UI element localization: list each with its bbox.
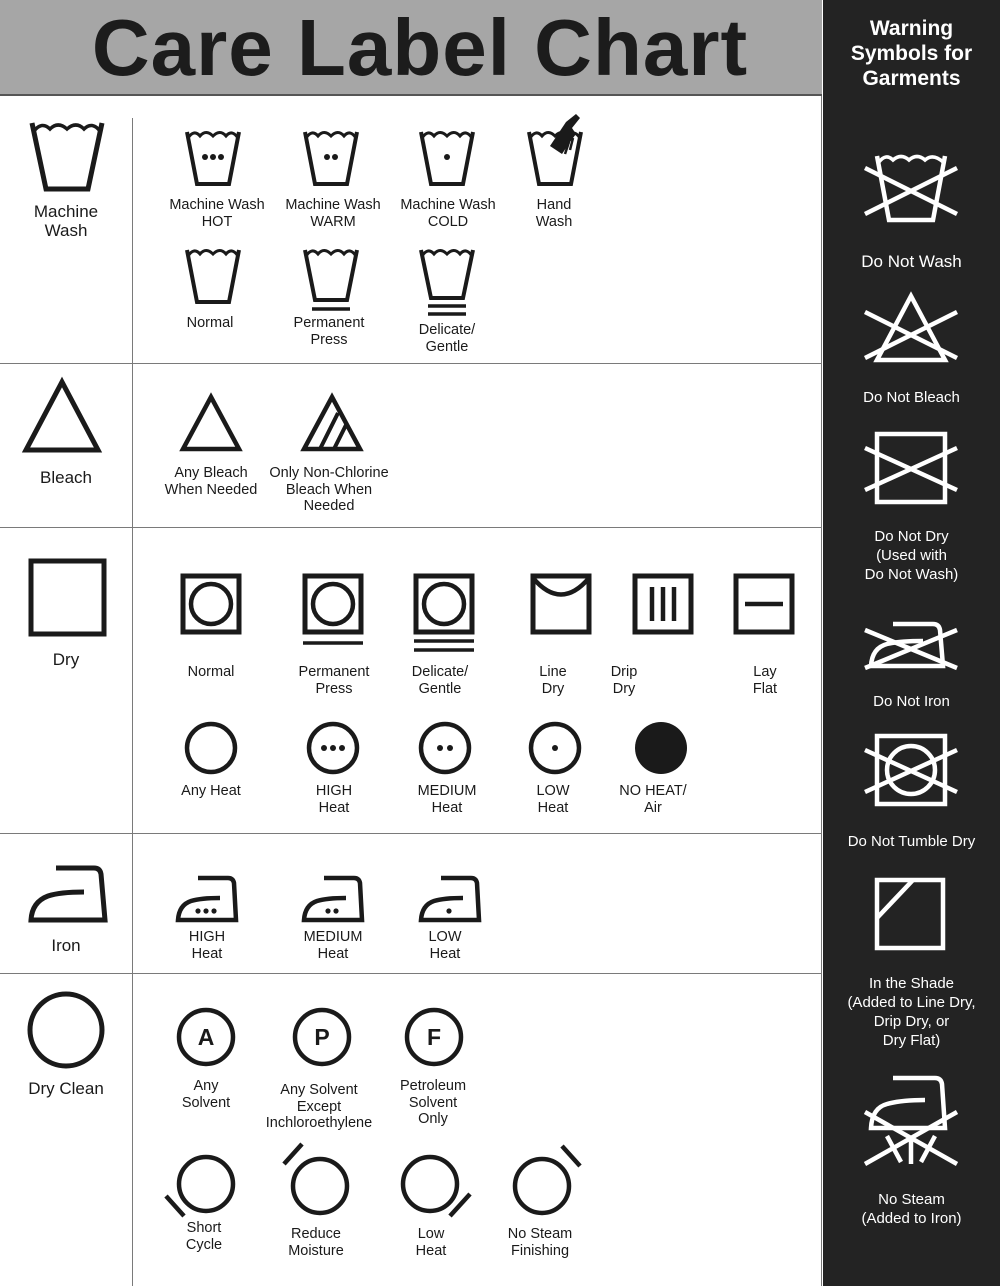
divider [132,364,133,528]
dry-square-icon [28,558,107,637]
wash-permanent-press-icon [303,249,359,311]
wash-warm-icon [303,131,359,186]
category-bleach: Bleach [40,468,92,487]
drip-dry-icon [632,573,694,635]
iron-icon [28,865,108,923]
title-bar: Care Label Chart [0,0,822,96]
warning-label-no-steam: No Steam (Added to Iron) [861,1191,962,1227]
dry-label-any-heat: Any Heat [181,783,241,799]
letter-a: A [198,1024,215,1050]
non-chlorine-bleach-icon [300,392,364,452]
dry-clean-f-icon: F [404,1007,464,1067]
no-heat-icon [635,722,687,774]
wash-label-delicate: Delicate/ Gentle [418,322,476,355]
reduce-moisture-icon [282,1142,350,1216]
dry-label-no-heat: NO HEAT/ Air [619,783,687,816]
wash-normal-icon [185,249,241,304]
warning-label-in-the-shade: In the Shade (Added to Line Dry, Drip Dr… [847,975,976,1049]
high-heat-icon [306,721,360,775]
do-not-bleach-icon [863,291,959,363]
warning-label-do-not-tumble-dry: Do Not Tumble Dry [847,833,976,850]
chart-main-panel: Care Label Chart Machine Wash Machine Wa… [0,0,822,1286]
letter-p: P [314,1024,329,1050]
tumble-dry-delicate-icon [413,573,475,652]
hand-wash-icon [527,114,583,186]
no-steam-icon [863,1075,959,1166]
wash-hot-icon [185,131,241,186]
dry-label-flat: Lay Flat [752,664,778,697]
in-the-shade-icon [874,877,946,951]
divider [132,974,133,1286]
warning-sidebar: Warning Symbols for Garments Do Not Wash… [823,0,1000,1286]
iron-label-high: HIGH Heat [188,929,226,962]
category-iron: Iron [51,936,81,955]
any-heat-icon [184,721,238,775]
tumble-dry-permanent-press-icon [302,573,364,645]
chart-title: Care Label Chart [91,3,749,92]
dryclean-label-no-steam: No Steam Finishing [507,1226,573,1259]
wash-delicate-icon [419,249,475,316]
dry-label-normal: Normal [187,664,235,680]
do-not-tumble-dry-icon [864,733,958,807]
iron-low-icon [418,875,482,923]
dry-clean-circle-icon [27,991,105,1069]
letter-f: F [427,1024,441,1050]
wash-label-hand: Hand Wash [535,197,573,230]
bleach-triangle-icon [21,376,103,453]
divider [132,834,133,974]
low-heat-dry-clean-icon [400,1154,472,1218]
iron-high-icon [175,875,239,923]
warning-label-do-not-wash: Do Not Wash [861,252,962,271]
dry-clean-p-icon: P [292,1007,352,1067]
lay-flat-icon [733,573,795,635]
no-steam-finishing-icon [512,1144,582,1216]
any-bleach-icon [179,392,243,452]
bleach-label-non-chlorine: Only Non-Chlorine Bleach When Needed [269,465,389,514]
category-machine-wash: Machine Wash [33,202,99,240]
divider [132,118,133,364]
category-dry-clean: Dry Clean [28,1079,104,1098]
low-heat-icon [528,721,582,775]
bleach-section [0,364,822,528]
warning-title: Warning Symbols for Garments [850,17,973,90]
dryclean-label-petroleum: Petroleum Solvent Only [399,1078,467,1127]
do-not-wash-icon [863,154,959,223]
warning-label-do-not-dry: Do Not Dry (Used with Do Not Wash) [864,528,959,583]
wash-cold-icon [419,131,475,186]
iron-label-low: LOW Heat [428,929,462,962]
dry-label-drip: Drip Dry [610,664,638,697]
tumble-dry-normal-icon [180,573,242,635]
do-not-iron-icon [864,621,958,671]
medium-heat-icon [418,721,472,775]
line-dry-icon [530,573,592,635]
warning-label-do-not-iron: Do Not Iron [873,693,950,710]
warning-label-do-not-bleach: Do Not Bleach [863,389,960,406]
short-cycle-icon [164,1154,236,1218]
divider [132,528,133,834]
category-dry: Dry [52,650,80,669]
do-not-dry-icon [864,431,958,505]
machine-wash-icon [29,122,105,192]
iron-medium-icon [301,875,365,923]
dry-clean-any-solvent-icon: A [176,1007,236,1067]
